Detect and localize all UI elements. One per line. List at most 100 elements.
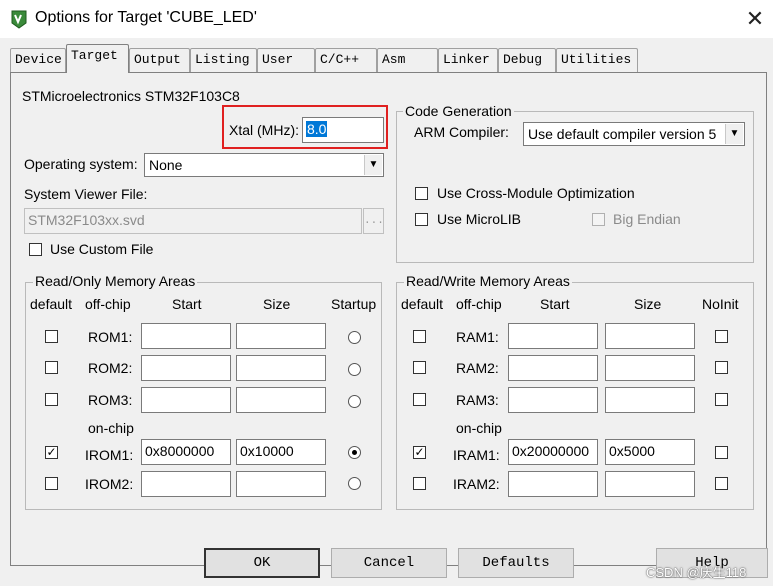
rom1-default-checkbox[interactable] xyxy=(45,330,58,343)
tab-user[interactable]: User xyxy=(257,48,315,72)
rom-header-startup: Startup xyxy=(331,296,377,312)
rom1-label: ROM1: xyxy=(88,329,133,345)
ram3-noinit-checkbox[interactable] xyxy=(715,393,728,406)
ram2-start-input[interactable] xyxy=(508,355,598,381)
defaults-button[interactable]: Defaults xyxy=(458,548,574,578)
rom3-start-input[interactable] xyxy=(141,387,231,413)
ram2-noinit-checkbox[interactable] xyxy=(715,361,728,374)
irom2-default-checkbox[interactable] xyxy=(45,477,58,490)
iram2-size-input[interactable] xyxy=(605,471,695,497)
watermark: CSDN @庆生118 xyxy=(646,565,747,580)
ram3-size-input[interactable] xyxy=(605,387,695,413)
svd-label: System Viewer File: xyxy=(24,186,148,202)
chevron-down-icon: ▼ xyxy=(725,124,743,144)
tab-listing[interactable]: Listing xyxy=(190,48,257,72)
rom3-startup-radio[interactable] xyxy=(348,395,361,408)
ram-header-offchip: off-chip xyxy=(456,296,502,312)
os-label: Operating system: xyxy=(24,156,138,172)
irom2-label: IROM2: xyxy=(85,476,134,492)
tab-utilities[interactable]: Utilities xyxy=(556,48,638,72)
ram3-default-checkbox[interactable] xyxy=(413,393,426,406)
tab-linker[interactable]: Linker xyxy=(438,48,498,72)
arm-compiler-select[interactable]: Use default compiler version 5 ▼ xyxy=(523,122,745,146)
irom1-start-input[interactable]: 0x8000000 xyxy=(141,439,231,465)
os-value: None xyxy=(149,157,183,173)
cross-module-checkbox[interactable] xyxy=(415,187,428,200)
rom2-label: ROM2: xyxy=(88,360,133,376)
os-select[interactable]: None ▼ xyxy=(144,153,384,177)
close-icon[interactable]: ✕ xyxy=(740,4,770,34)
irom2-size-input[interactable] xyxy=(236,471,326,497)
microlib-checkbox[interactable] xyxy=(415,213,428,226)
tab-cpp[interactable]: C/C++ xyxy=(315,48,377,72)
rom1-start-input[interactable] xyxy=(141,323,231,349)
ram3-start-input[interactable] xyxy=(508,387,598,413)
rom-group-title: Read/Only Memory Areas xyxy=(33,273,198,289)
arm-compiler-value: Use default compiler version 5 xyxy=(528,126,717,142)
rom2-size-input[interactable] xyxy=(236,355,326,381)
iram2-noinit-checkbox[interactable] xyxy=(715,477,728,490)
iram2-label: IRAM2: xyxy=(453,476,500,492)
svd-browse-button[interactable]: ... xyxy=(363,208,384,234)
ram3-label: RAM3: xyxy=(456,392,499,408)
irom2-start-input[interactable] xyxy=(141,471,231,497)
ram-header-default: default xyxy=(401,296,444,312)
iram1-size-input[interactable]: 0x5000 xyxy=(605,439,695,465)
rom3-default-checkbox[interactable] xyxy=(45,393,58,406)
tab-device[interactable]: Device xyxy=(10,48,66,72)
use-custom-file-checkbox[interactable] xyxy=(29,243,42,256)
rom-onchip-label: on-chip xyxy=(88,420,134,436)
iram1-noinit-checkbox[interactable] xyxy=(715,446,728,459)
iram2-start-input[interactable] xyxy=(508,471,598,497)
cross-module-label: Use Cross-Module Optimization xyxy=(437,185,635,201)
arm-compiler-label: ARM Compiler: xyxy=(414,124,509,140)
rom1-startup-radio[interactable] xyxy=(348,331,361,344)
ram-group-title: Read/Write Memory Areas xyxy=(404,273,572,289)
use-custom-file-label: Use Custom File xyxy=(50,241,154,257)
irom2-startup-radio[interactable] xyxy=(348,477,361,490)
irom1-size-input[interactable]: 0x10000 xyxy=(236,439,326,465)
ram2-default-checkbox[interactable] xyxy=(413,361,426,374)
microlib-label: Use MicroLIB xyxy=(437,211,522,227)
rom2-default-checkbox[interactable] xyxy=(45,361,58,374)
big-endian-checkbox[interactable] xyxy=(592,213,605,226)
rom1-size-input[interactable] xyxy=(236,323,326,349)
tab-asm[interactable]: Asm xyxy=(377,48,438,72)
rom-header-default: default xyxy=(30,296,73,312)
irom1-default-checkbox[interactable]: ✓ xyxy=(45,446,58,459)
tab-output[interactable]: Output xyxy=(129,48,190,72)
ram1-size-input[interactable] xyxy=(605,323,695,349)
keil-app-icon xyxy=(11,10,27,29)
tab-debug[interactable]: Debug xyxy=(498,48,556,72)
irom1-label: IROM1: xyxy=(85,447,134,463)
rom-header-size: Size xyxy=(263,296,291,312)
xtal-highlight-box xyxy=(222,105,388,149)
iram1-label: IRAM1: xyxy=(453,447,500,463)
device-name: STMicroelectronics STM32F103C8 xyxy=(22,88,240,104)
iram1-start-input[interactable]: 0x20000000 xyxy=(508,439,598,465)
ram2-size-input[interactable] xyxy=(605,355,695,381)
ram-header-start: Start xyxy=(540,296,570,312)
chevron-down-icon: ▼ xyxy=(364,155,382,175)
rom3-size-input[interactable] xyxy=(236,387,326,413)
cancel-button[interactable]: Cancel xyxy=(331,548,447,578)
svd-input[interactable]: STM32F103xx.svd xyxy=(24,208,362,234)
rom2-start-input[interactable] xyxy=(141,355,231,381)
ram1-default-checkbox[interactable] xyxy=(413,330,426,343)
rom2-startup-radio[interactable] xyxy=(348,363,361,376)
title-bar: Options for Target 'CUBE_LED' ✕ xyxy=(0,0,773,38)
irom1-startup-radio[interactable] xyxy=(348,446,361,459)
window-title: Options for Target 'CUBE_LED' xyxy=(35,9,257,26)
big-endian-label: Big Endian xyxy=(613,211,681,227)
iram1-default-checkbox[interactable]: ✓ xyxy=(413,446,426,459)
iram2-default-checkbox[interactable] xyxy=(413,477,426,490)
ram1-start-input[interactable] xyxy=(508,323,598,349)
rom-header-start: Start xyxy=(172,296,202,312)
code-generation-title: Code Generation xyxy=(403,103,514,119)
ram1-noinit-checkbox[interactable] xyxy=(715,330,728,343)
ok-button[interactable]: OK xyxy=(204,548,320,578)
tab-target[interactable]: Target xyxy=(66,44,129,73)
ram-header-size: Size xyxy=(634,296,662,312)
ram2-label: RAM2: xyxy=(456,360,499,376)
ram-onchip-label: on-chip xyxy=(456,420,502,436)
